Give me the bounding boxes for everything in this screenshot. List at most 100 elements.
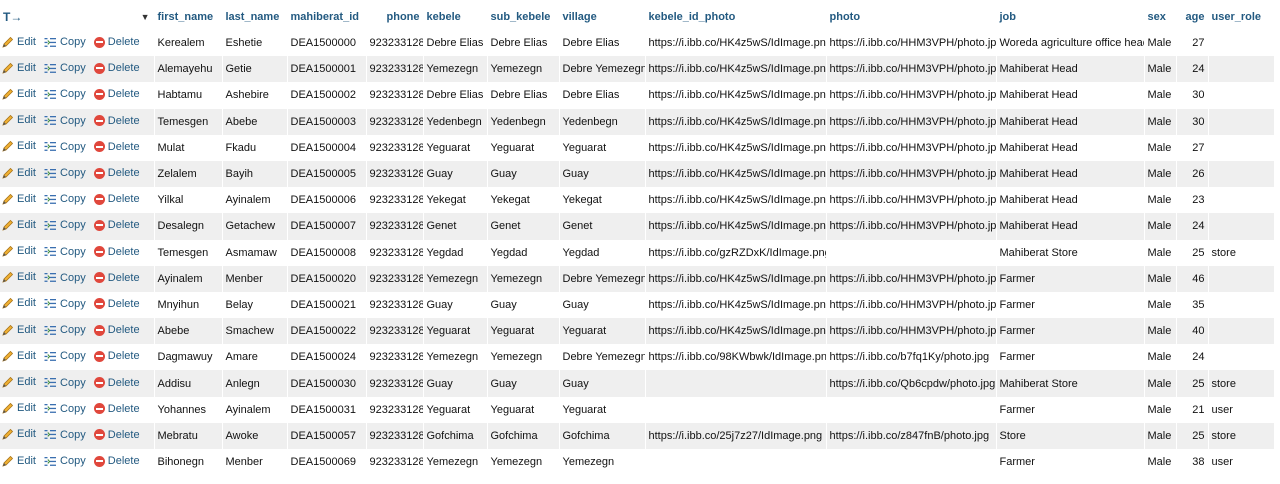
cell-sub-kebele[interactable]: Yekegat: [487, 187, 560, 214]
cell-kebele-id-photo[interactable]: https://i.ibb.co/HK4z5wS/IdImage.png: [645, 30, 827, 57]
cell-kebele-id-photo[interactable]: https://i.ibb.co/HK4z5wS/IdImage.png: [645, 134, 827, 161]
cell-kebele-id-photo[interactable]: https://i.ibb.co/25j7z27/IdImage.png: [645, 422, 827, 449]
cell-kebele[interactable]: Yegdad: [423, 239, 488, 266]
cell-first-name[interactable]: Yilkal: [154, 187, 223, 214]
cell-job[interactable]: Mahiberat Head: [996, 108, 1145, 135]
copy-button[interactable]: Copy: [44, 324, 86, 336]
cell-village[interactable]: Debre Elias: [559, 82, 646, 109]
cell-phone[interactable]: 923233128: [366, 82, 424, 109]
cell-village[interactable]: Debre Elias: [559, 30, 646, 57]
cell-mahiberat-id[interactable]: DEA1500007: [287, 213, 367, 240]
cell-sex[interactable]: Male: [1144, 160, 1177, 188]
cell-sex[interactable]: Male: [1144, 30, 1177, 57]
cell-kebele-id-photo[interactable]: https://i.ibb.co/98KWbwk/IdImage.png: [645, 344, 827, 371]
copy-button[interactable]: Copy: [44, 246, 86, 258]
cell-sub-kebele[interactable]: Yegdad: [487, 239, 560, 266]
cell-sub-kebele[interactable]: Yemezegn: [487, 344, 560, 371]
cell-kebele[interactable]: Yemezegn: [423, 449, 488, 476]
cell-sex[interactable]: Male: [1144, 370, 1177, 397]
cell-village[interactable]: Genet: [559, 213, 646, 240]
delete-button[interactable]: Delete: [93, 455, 140, 467]
cell-first-name[interactable]: Alemayehu: [154, 56, 223, 83]
cell-first-name[interactable]: Mulat: [154, 134, 223, 161]
cell-kebele-id-photo[interactable]: https://i.ibb.co/HK4z5wS/IdImage.png: [645, 213, 827, 240]
cell-user-role[interactable]: [1208, 265, 1275, 292]
cell-sub-kebele[interactable]: Guay: [487, 160, 560, 188]
cell-job[interactable]: Mahiberat Head: [996, 56, 1145, 83]
cell-sub-kebele[interactable]: Yedenbegn: [487, 108, 560, 135]
edit-button[interactable]: Edit: [2, 455, 36, 467]
cell-job[interactable]: Mahiberat Head: [996, 160, 1145, 188]
cell-user-role[interactable]: user: [1208, 449, 1275, 476]
cell-phone[interactable]: 923233128: [366, 396, 424, 423]
cell-kebele[interactable]: Yeguarat: [423, 396, 488, 423]
cell-job[interactable]: Mahiberat Head: [996, 82, 1145, 109]
cell-sub-kebele[interactable]: Guay: [487, 291, 560, 319]
cell-village[interactable]: Guay: [559, 160, 646, 188]
cell-photo[interactable]: https://i.ibb.co/HHM3VPH/photo.jpg: [826, 56, 997, 83]
cell-sub-kebele[interactable]: Yemezegn: [487, 449, 560, 476]
cell-kebele-id-photo[interactable]: https://i.ibb.co/HK4z5wS/IdImage.png: [645, 318, 827, 345]
cell-kebele-id-photo[interactable]: https://i.ibb.co/HK4z5wS/IdImage.png: [645, 265, 827, 292]
edit-button[interactable]: Edit: [2, 140, 36, 152]
cell-phone[interactable]: 923233128: [366, 134, 424, 161]
edit-button[interactable]: Edit: [2, 114, 36, 126]
cell-sub-kebele[interactable]: Genet: [487, 213, 560, 240]
sort-desc-icon[interactable]: ▼: [141, 12, 150, 22]
cell-first-name[interactable]: Zelalem: [154, 160, 223, 188]
cell-sex[interactable]: Male: [1144, 344, 1177, 371]
cell-phone[interactable]: 923233128: [366, 422, 424, 449]
delete-button[interactable]: Delete: [93, 115, 140, 127]
cell-village[interactable]: Gofchima: [559, 422, 646, 449]
cell-last-name[interactable]: Abebe: [222, 108, 288, 135]
cell-kebele[interactable]: Guay: [423, 370, 488, 397]
cell-first-name[interactable]: Desalegn: [154, 213, 223, 240]
column-header-village[interactable]: village: [559, 4, 646, 30]
cell-photo[interactable]: https://i.ibb.co/Qb6cpdw/photo.jpg: [826, 370, 997, 397]
cell-user-role[interactable]: [1208, 344, 1275, 371]
edit-button[interactable]: Edit: [2, 245, 36, 257]
cell-user-role[interactable]: user: [1208, 396, 1275, 423]
copy-button[interactable]: Copy: [44, 62, 86, 74]
edit-button[interactable]: Edit: [2, 324, 36, 336]
cell-photo[interactable]: https://i.ibb.co/HHM3VPH/photo.jpg: [826, 291, 997, 319]
cell-user-role[interactable]: [1208, 82, 1275, 109]
cell-sub-kebele[interactable]: Yeguarat: [487, 134, 560, 161]
cell-kebele[interactable]: Guay: [423, 291, 488, 319]
cell-job[interactable]: Farmer: [996, 265, 1145, 292]
column-header-photo[interactable]: photo: [826, 4, 997, 30]
edit-button[interactable]: Edit: [2, 62, 36, 74]
cell-job[interactable]: Mahiberat Store: [996, 239, 1145, 266]
cell-photo[interactable]: [826, 449, 997, 476]
edit-button[interactable]: Edit: [2, 271, 36, 283]
cell-photo[interactable]: https://i.ibb.co/HHM3VPH/photo.jpg: [826, 82, 997, 109]
edit-button[interactable]: Edit: [2, 193, 36, 205]
column-header-mahiberat-id[interactable]: mahiberat_id: [287, 4, 367, 30]
cell-mahiberat-id[interactable]: DEA1500021: [287, 291, 367, 319]
delete-button[interactable]: Delete: [93, 298, 140, 310]
cell-phone[interactable]: 923233128: [366, 291, 424, 319]
cell-village[interactable]: Debre Yemezegn: [559, 56, 646, 83]
cell-kebele-id-photo[interactable]: https://i.ibb.co/HK4z5wS/IdImage.png: [645, 56, 827, 83]
cell-last-name[interactable]: Ashebire: [222, 82, 288, 109]
cell-last-name[interactable]: Ayinalem: [222, 396, 288, 423]
column-header-first-name[interactable]: first_name: [154, 4, 223, 30]
cell-kebele[interactable]: Debre Elias: [423, 82, 488, 109]
cell-mahiberat-id[interactable]: DEA1500005: [287, 160, 367, 188]
cell-user-role[interactable]: [1208, 56, 1275, 83]
cell-age[interactable]: 30: [1176, 82, 1209, 109]
cell-phone[interactable]: 923233128: [366, 318, 424, 345]
copy-button[interactable]: Copy: [44, 377, 86, 389]
copy-button[interactable]: Copy: [44, 167, 86, 179]
cell-job[interactable]: Mahiberat Head: [996, 187, 1145, 214]
cell-job[interactable]: Farmer: [996, 344, 1145, 371]
cell-mahiberat-id[interactable]: DEA1500022: [287, 318, 367, 345]
cell-kebele-id-photo[interactable]: https://i.ibb.co/HK4z5wS/IdImage.png: [645, 187, 827, 214]
cell-mahiberat-id[interactable]: DEA1500004: [287, 134, 367, 161]
edit-button[interactable]: Edit: [2, 219, 36, 231]
cell-first-name[interactable]: Habtamu: [154, 82, 223, 109]
copy-button[interactable]: Copy: [44, 115, 86, 127]
column-header-kebele-id-photo[interactable]: kebele_id_photo: [645, 4, 827, 30]
edit-button[interactable]: Edit: [2, 36, 36, 48]
cell-kebele-id-photo[interactable]: [645, 449, 827, 476]
